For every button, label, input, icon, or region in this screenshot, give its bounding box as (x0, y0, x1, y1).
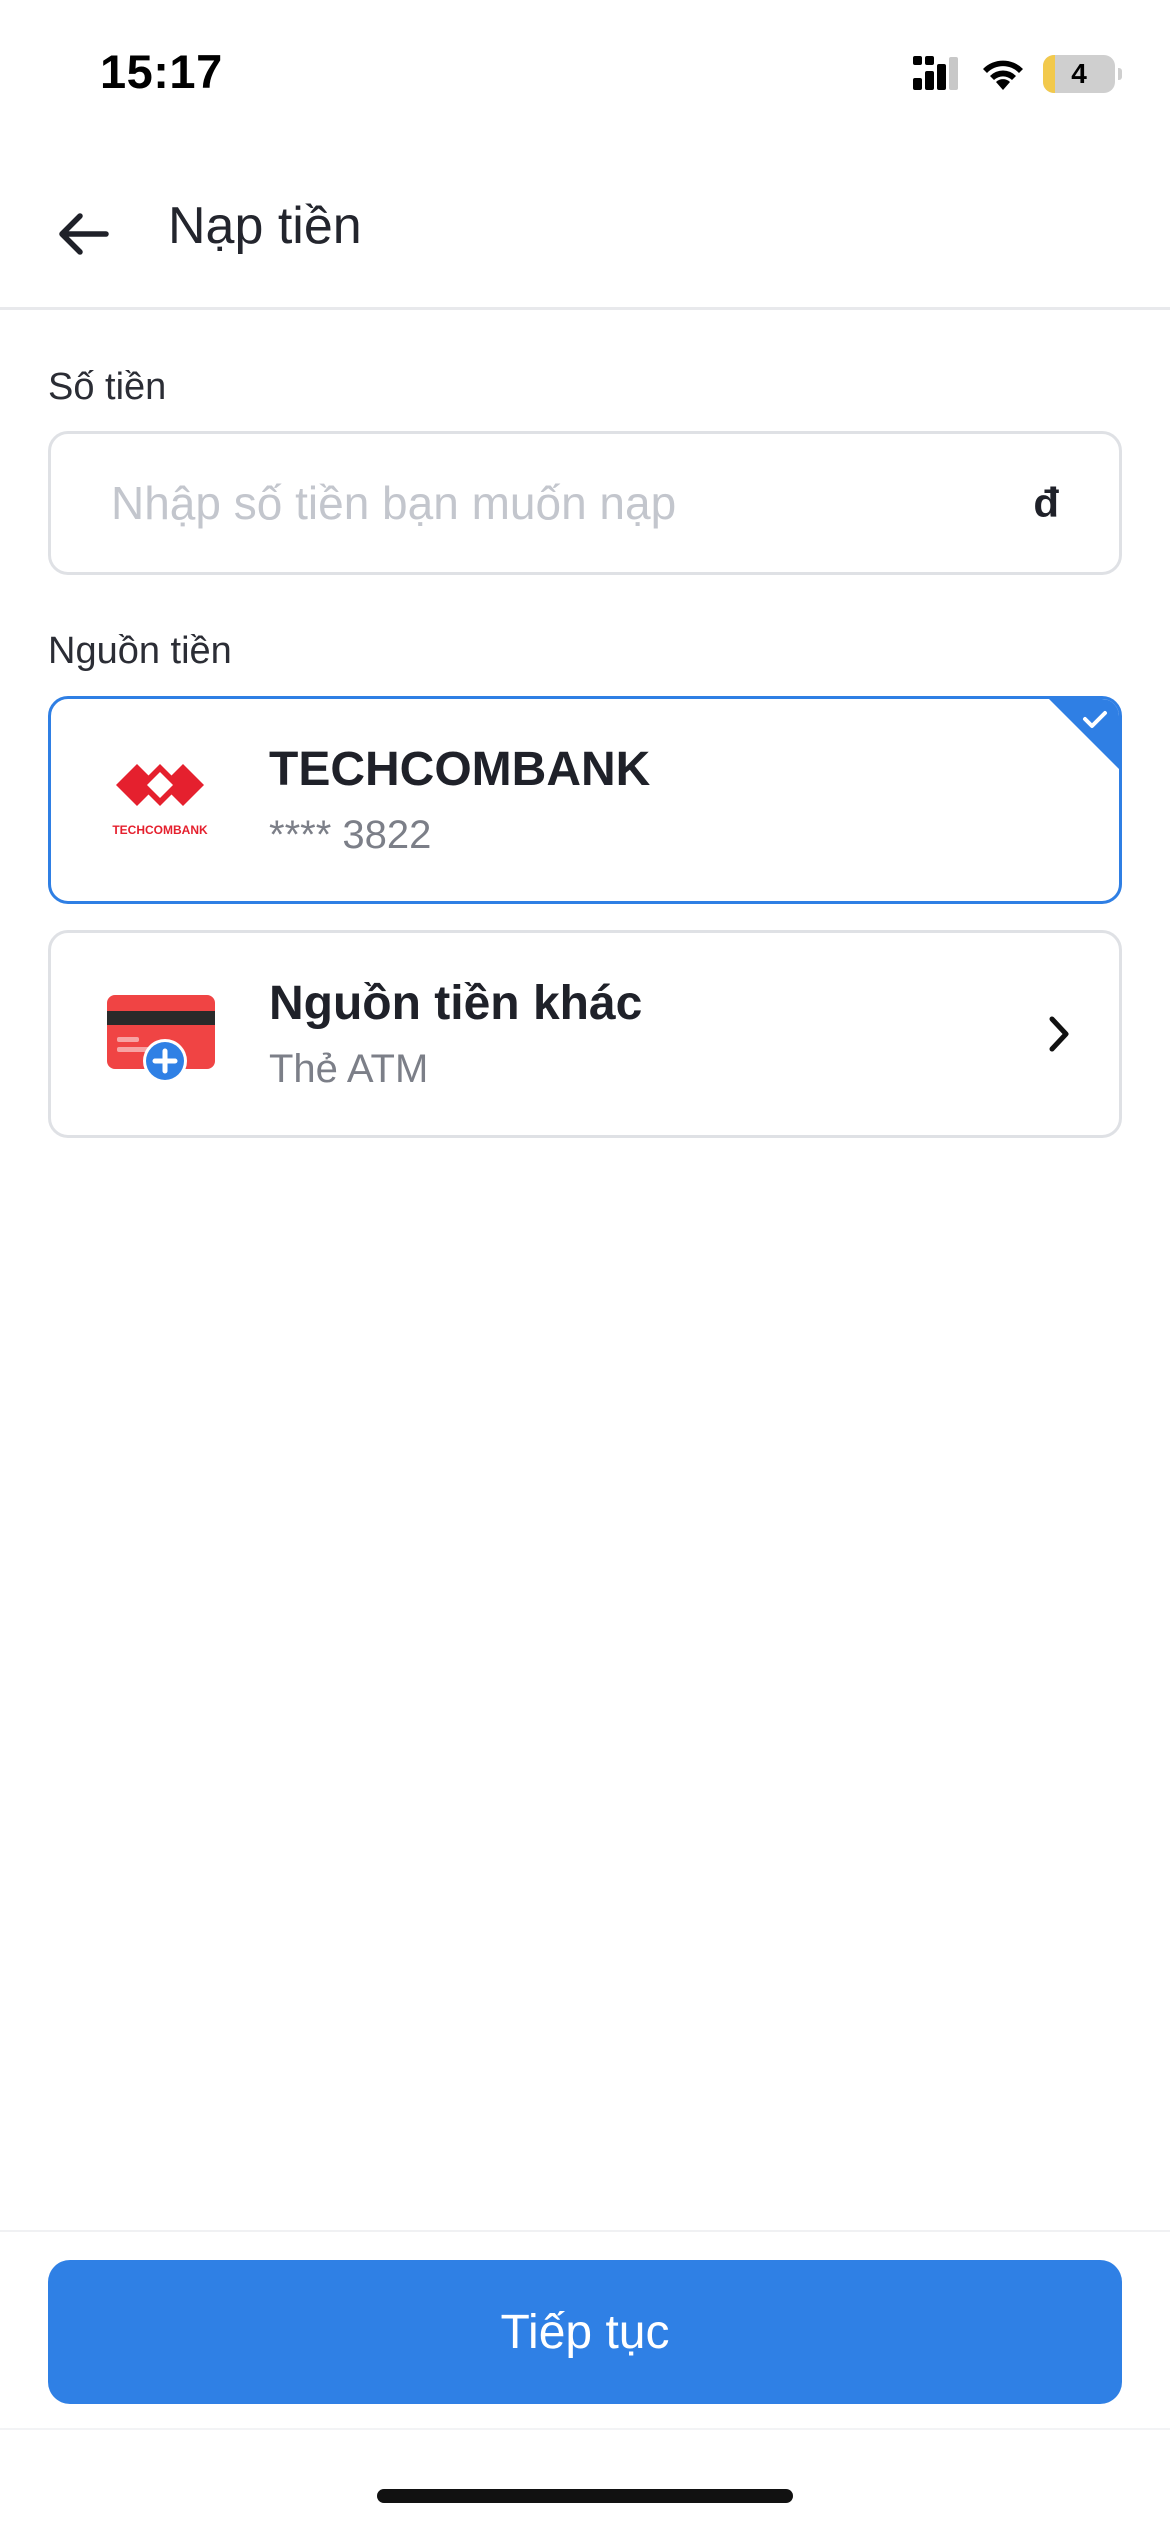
source-item-other[interactable]: Nguồn tiền khác Thẻ ATM (48, 930, 1122, 1138)
selected-check-icon (1049, 699, 1119, 769)
wifi-icon (983, 60, 1023, 90)
signal-icon (913, 56, 958, 90)
source-label: Nguồn tiền (48, 630, 232, 672)
source-type: Thẻ ATM (269, 1047, 429, 1091)
source-name: TECHCOMBANK (269, 743, 651, 796)
techcombank-logo-icon: TECHCOMBANK (51, 699, 269, 901)
battery-level: 4 (1071, 58, 1087, 89)
source-account-number: **** 3822 (269, 813, 432, 857)
add-card-icon (51, 933, 269, 1135)
status-time: 15:17 (100, 45, 223, 98)
divider (0, 2428, 1170, 2430)
continue-button[interactable]: Tiếp tục (48, 2260, 1122, 2404)
amount-field[interactable]: đ (48, 431, 1122, 575)
battery-icon: 4 (1043, 55, 1122, 93)
source-name: Nguồn tiền khác (269, 977, 643, 1030)
status-icons: 4 (913, 50, 1122, 98)
amount-label: Số tiền (48, 366, 167, 408)
techcombank-logo-text: TECHCOMBANK (112, 823, 208, 837)
source-item-techcombank[interactable]: TECHCOMBANK TECHCOMBANK **** 3822 (48, 696, 1122, 904)
amount-input[interactable] (111, 476, 1034, 530)
header: Nạp tiền (0, 160, 1170, 310)
page-title: Nạp tiền (168, 197, 362, 255)
bottom-bar: Tiếp tục (0, 2230, 1170, 2430)
arrow-left-icon (59, 213, 109, 255)
status-bar: 15:17 4 (0, 0, 1170, 150)
currency-symbol: đ (1033, 479, 1059, 526)
home-indicator (377, 2489, 793, 2503)
chevron-right-icon (999, 933, 1119, 1135)
back-button[interactable] (42, 194, 122, 274)
